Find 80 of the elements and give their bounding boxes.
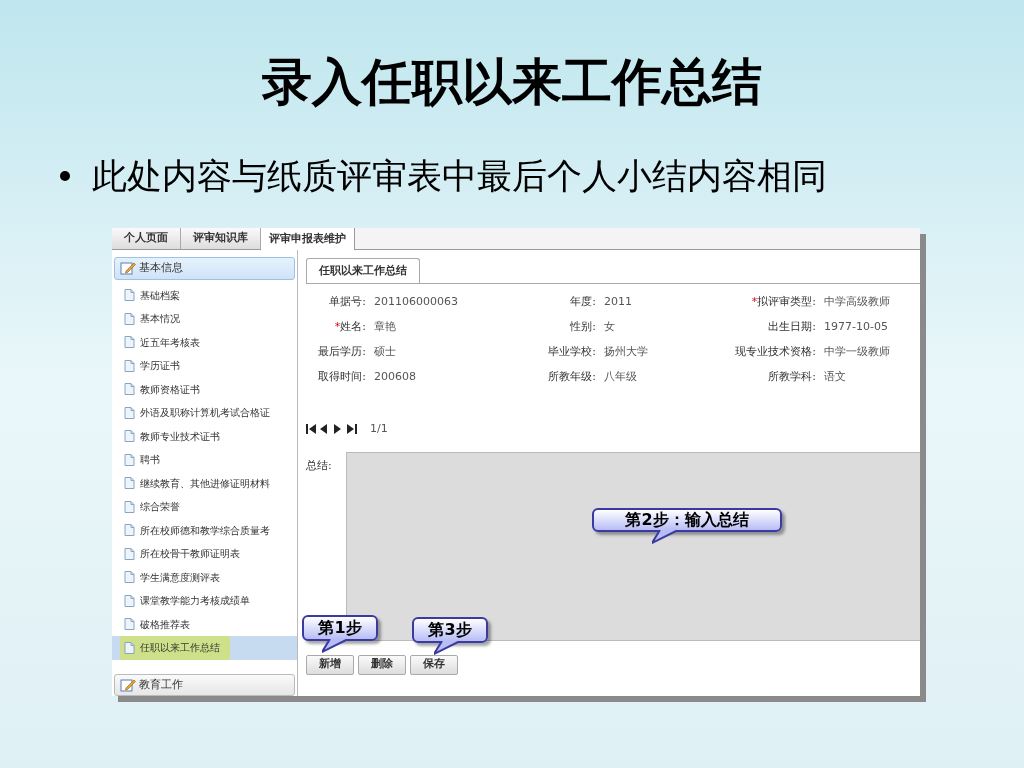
top-tab[interactable]: 评审申报表维护 <box>261 228 355 251</box>
field-label: 所教年级: <box>547 368 596 385</box>
sidebar-item[interactable]: 外语及职称计算机考试合格证 <box>112 401 297 425</box>
section-header[interactable]: 教育工作 <box>114 673 295 696</box>
sidebar-item[interactable]: 所在校骨干教师证明表 <box>112 542 297 566</box>
field-label: *拟评审类型: <box>750 293 816 310</box>
field-value: 硕士 <box>373 343 397 360</box>
top-tab[interactable]: 评审知识库 <box>181 228 261 249</box>
sidebar-item[interactable]: 继续教育、其他进修证明材料 <box>112 471 297 495</box>
field-value: 2011 <box>603 293 633 310</box>
edit-icon <box>120 261 136 276</box>
field-label: 单据号: <box>328 293 366 310</box>
action-button[interactable]: 删除 <box>358 654 406 675</box>
bullet-text: 此处内容与纸质评审表中最后个人小结内容相同 <box>92 155 827 198</box>
field-value: 201106000063 <box>373 293 459 310</box>
sidebar-item[interactable]: 破格推荐表 <box>112 612 297 636</box>
document-icon <box>124 524 135 537</box>
sidebar-item[interactable]: 所在校师德和教学综合质量考 <box>112 518 297 542</box>
sidebar-item[interactable]: 基础档案 <box>112 283 297 307</box>
document-icon <box>124 547 135 560</box>
field-label: 毕业学校: <box>547 343 596 360</box>
summary-field[interactable] <box>346 451 920 640</box>
pointer-tail-icon <box>652 530 680 544</box>
document-icon <box>124 641 135 654</box>
document-icon <box>124 594 135 607</box>
field-value: 女 <box>603 318 616 335</box>
edit-icon <box>120 677 136 692</box>
document-icon <box>124 289 135 302</box>
top-tab[interactable]: 个人页面 <box>112 228 181 249</box>
field-label: *姓名: <box>333 318 366 335</box>
panel-tab[interactable]: 任职以来工作总结 <box>306 258 420 283</box>
document-icon <box>124 383 135 396</box>
sidebar-item[interactable]: 基本情况 <box>112 307 297 331</box>
callout: 第3步 <box>412 617 488 655</box>
sidebar-item[interactable]: 教师专业技术证书 <box>112 424 297 448</box>
field-label: 最后学历: <box>317 343 366 360</box>
field-value: 中学高级教师 <box>823 293 891 310</box>
callout: 第2步：输入总结 <box>592 508 782 544</box>
field-value: 语文 <box>823 368 847 385</box>
sidebar-item[interactable]: 课堂教学能力考核成绩单 <box>112 589 297 613</box>
document-icon <box>124 477 135 490</box>
callout: 第1步 <box>302 615 378 653</box>
field-value: 1977-10-05 <box>823 318 889 335</box>
field-value: 200608 <box>373 368 417 385</box>
sidebar-item[interactable]: 聘书 <box>112 448 297 472</box>
field-label: 性别: <box>569 318 596 335</box>
sidebar-item[interactable]: 近五年考核表 <box>112 330 297 354</box>
pointer-tail-icon <box>434 641 462 655</box>
field-label: 年度: <box>569 293 596 310</box>
bullet-icon <box>60 171 70 181</box>
field-value: 八年级 <box>603 368 638 385</box>
pager-navigation-icon[interactable] <box>306 423 360 436</box>
document-icon <box>124 336 135 349</box>
action-button[interactable]: 新增 <box>306 654 354 675</box>
document-icon <box>124 312 135 325</box>
slide-title: 录入任职以来工作总结 <box>262 52 762 113</box>
page-counter: 1/1 <box>370 421 388 437</box>
document-icon <box>124 359 135 372</box>
field-value: 中学一级教师 <box>823 343 891 360</box>
field-label: 现专业技术资格: <box>734 343 816 360</box>
document-icon <box>124 571 135 584</box>
action-button[interactable]: 保存 <box>410 654 458 675</box>
field-label: 所教学科: <box>767 368 816 385</box>
sidebar-item[interactable]: 学生满意度测评表 <box>112 565 297 589</box>
field-label: 取得时间: <box>317 368 366 385</box>
document-icon <box>124 406 135 419</box>
document-icon <box>124 618 135 631</box>
sidebar-item[interactable]: 综合荣誉 <box>112 495 297 519</box>
document-icon <box>124 500 135 513</box>
section-header[interactable]: 基本信息 <box>114 257 295 280</box>
document-icon <box>124 453 135 466</box>
pointer-tail-icon <box>322 639 350 653</box>
field-label: 出生日期: <box>767 318 816 335</box>
field-value: 扬州大学 <box>603 343 649 360</box>
sidebar-item[interactable]: 学历证书 <box>112 354 297 378</box>
sidebar-item[interactable]: 任职以来工作总结 <box>112 636 297 660</box>
field-value: 章艳 <box>373 318 397 335</box>
document-icon <box>124 430 135 443</box>
sidebar-item[interactable]: 教师资格证书 <box>112 377 297 401</box>
summary-label: 总结: <box>306 457 333 474</box>
